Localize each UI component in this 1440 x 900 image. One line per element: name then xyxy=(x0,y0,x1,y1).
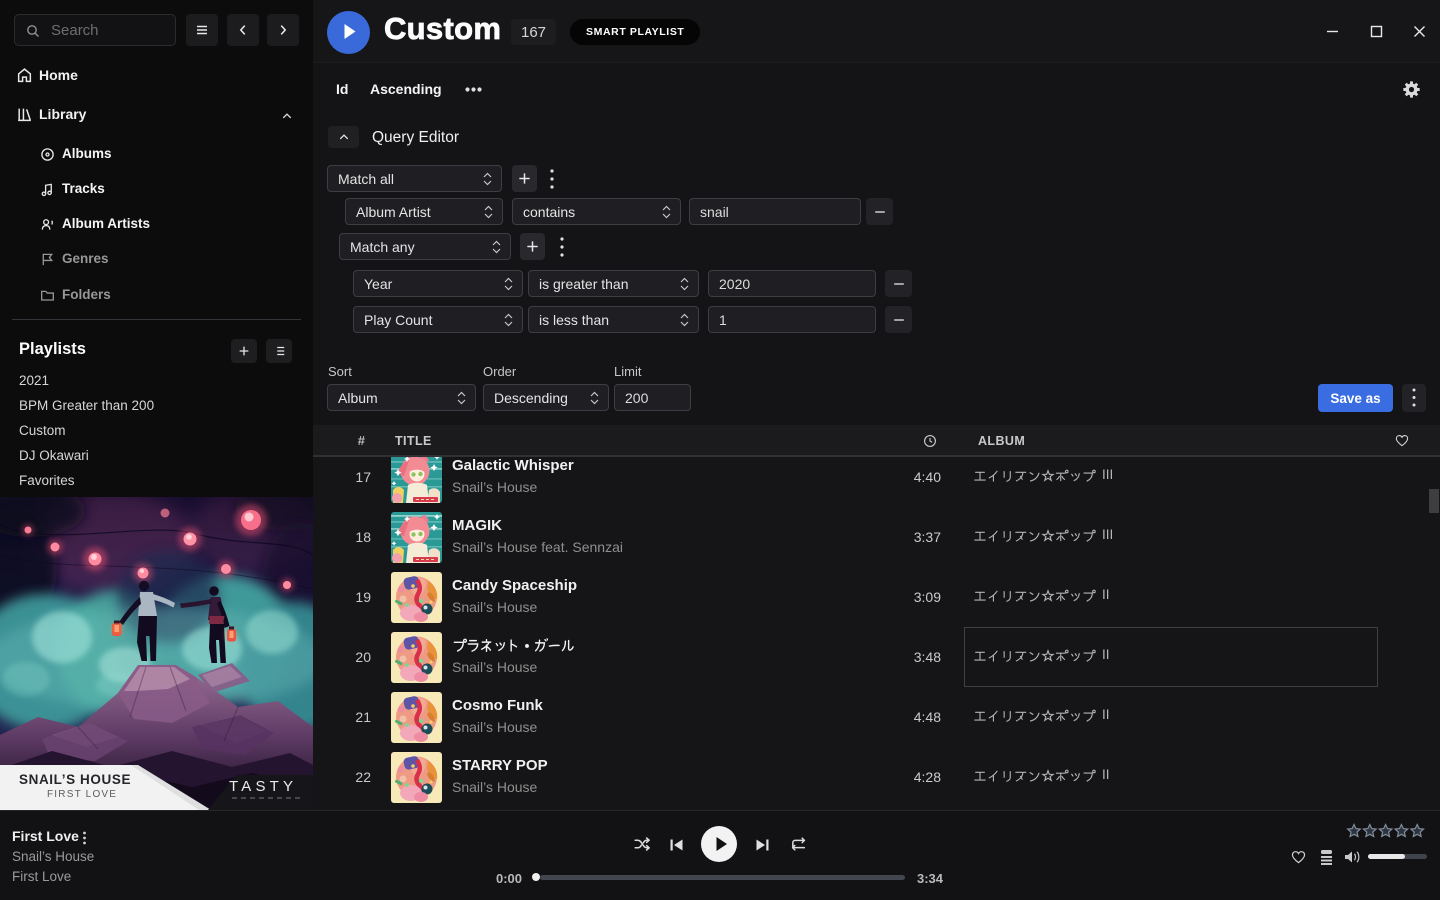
svg-text:FIRST LOVE: FIRST LOVE xyxy=(47,789,117,800)
svg-text:TASTY: TASTY xyxy=(229,778,297,795)
svg-text:SNAIL’S HOUSE: SNAIL’S HOUSE xyxy=(19,772,131,787)
